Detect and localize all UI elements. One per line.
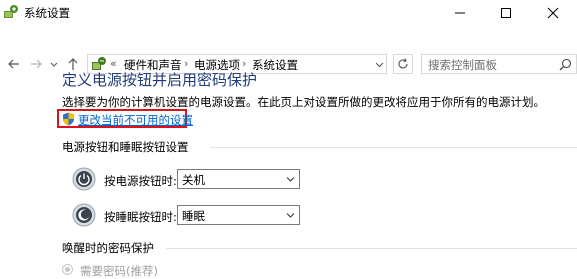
change-unavailable-settings-link[interactable]: 更改当前不可用的设置 — [57, 109, 193, 128]
chevron-down-icon — [286, 213, 295, 218]
sleep-button-icon — [72, 203, 96, 227]
sleep-button-action-value: 睡眠 — [182, 209, 205, 223]
window-title: 系统设置 — [24, 6, 70, 20]
maximize-button[interactable] — [483, 0, 529, 26]
section-divider — [210, 147, 577, 148]
minimize-button[interactable] — [437, 0, 483, 26]
breadcrumb-system-settings[interactable]: 系统设置 — [252, 57, 298, 73]
search-input[interactable]: 搜索控制面板 — [428, 57, 497, 73]
power-button-action-value: 关机 — [182, 173, 205, 187]
sleep-button-action-select[interactable]: 睡眠 — [177, 205, 300, 225]
close-button[interactable] — [529, 0, 577, 26]
title-bar: 系统设置 — [0, 0, 577, 26]
chevron-down-icon — [286, 177, 295, 182]
close-icon — [547, 7, 559, 19]
back-arrow-icon[interactable] — [6, 56, 22, 72]
power-button-label: 按电源按钮时: — [104, 174, 177, 188]
power-section-title: 电源按钮和睡眠按钮设置 — [62, 140, 189, 154]
minimize-icon — [455, 12, 465, 14]
forward-arrow-icon[interactable] — [28, 56, 44, 72]
page-description: 选择要为你的计算机设置的电源设置。在此页上对设置所做的更改将应用于你所有的电源计… — [62, 95, 545, 109]
section-divider — [166, 248, 577, 249]
maximize-icon — [501, 8, 511, 18]
refresh-button[interactable] — [393, 54, 413, 74]
power-button-action-select[interactable]: 关机 — [177, 169, 300, 189]
require-password-radio[interactable] — [62, 264, 73, 275]
power-button-icon — [72, 167, 96, 191]
search-box[interactable]: 搜索控制面板 — [421, 54, 577, 74]
sleep-button-label: 按睡眠按钮时: — [104, 210, 177, 224]
refresh-icon — [398, 58, 408, 69]
recent-dropdown-icon[interactable] — [49, 56, 59, 72]
power-options-icon — [4, 5, 18, 18]
change-settings-link-text[interactable]: 更改当前不可用的设置 — [78, 112, 193, 128]
page-title: 定义电源按钮并启用密码保护 — [62, 71, 258, 89]
navigation-bar: « 硬件和声音 › 电源选项 › 系统设置 搜索控制面板 — [0, 26, 577, 74]
uac-shield-icon — [63, 112, 74, 126]
search-icon[interactable] — [559, 58, 572, 71]
address-dropdown-icon[interactable] — [375, 61, 384, 69]
wake-password-section-title: 唤醒时的密码保护 — [62, 241, 154, 255]
